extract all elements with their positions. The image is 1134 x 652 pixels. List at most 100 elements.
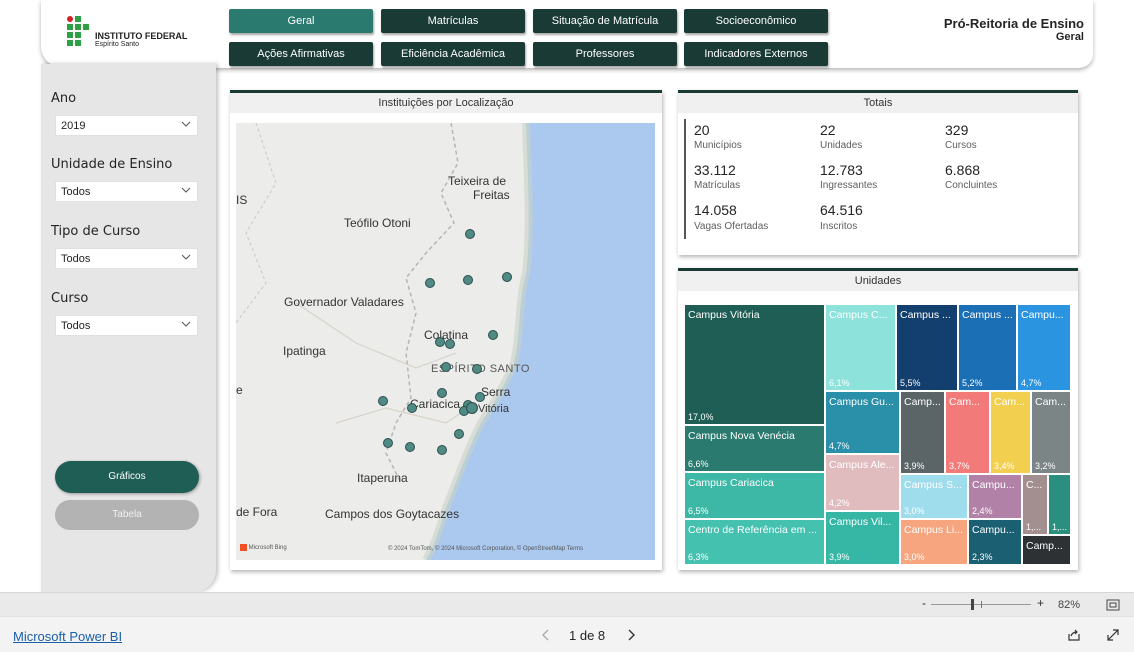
treemap-tile[interactable]: Campus Nova Venécia 6,6% — [684, 425, 825, 472]
nav-situacao-matricula[interactable]: Situação de Matrícula — [533, 9, 677, 33]
tile-percent: 3,0% — [904, 552, 925, 562]
filter-select-tipo-curso[interactable]: Todos — [55, 248, 198, 269]
treemap-tile[interactable]: Campu... 2,4% — [968, 474, 1022, 519]
map-canvas[interactable]: Teixeira de Freitas Teófilo Otoni Govern… — [236, 123, 655, 560]
map-marker[interactable] — [475, 392, 485, 402]
nav-geral[interactable]: Geral — [229, 9, 373, 33]
map-marker[interactable] — [463, 275, 473, 285]
report-header: INSTITUTO FEDERAL Espírito Santo Geral M… — [41, 0, 1093, 68]
map-marker[interactable] — [407, 403, 417, 413]
treemap-tile[interactable]: Campus Cariacica 6,5% — [684, 472, 825, 519]
nav-eficiencia-academica[interactable]: Eficiência Acadêmica — [381, 42, 525, 66]
powerbi-link[interactable]: Microsoft Power BI — [13, 629, 122, 644]
tile-label: Cam... — [1035, 396, 1066, 408]
tile-percent: 2,3% — [972, 552, 993, 562]
total-label: Concluintes — [945, 180, 998, 191]
zoom-percentage[interactable]: 82% — [1058, 599, 1080, 611]
total-value: 33.112 — [694, 162, 736, 178]
nav-socioeconomico[interactable]: Socioeconômico — [684, 9, 828, 33]
filter-sidebar: Ano 2019 Unidade de Ensino Todos Tipo de… — [41, 64, 216, 592]
tile-label: Campus Gu... — [829, 396, 894, 408]
tile-percent: 6,6% — [688, 459, 709, 469]
treemap-tile[interactable]: Campus Li... 3,0% — [900, 519, 968, 565]
map-marker[interactable] — [454, 429, 464, 439]
map-marker[interactable] — [435, 337, 445, 347]
tile-percent: 4,7% — [1021, 378, 1042, 388]
treemap-tile[interactable]: Cam... 3,4% — [990, 391, 1031, 474]
map-marker[interactable] — [445, 339, 455, 349]
tile-percent: 5,2% — [962, 378, 983, 388]
chevron-right-icon[interactable] — [626, 629, 636, 641]
tile-percent: 3,9% — [829, 552, 850, 562]
nav-matriculas[interactable]: Matrículas — [381, 9, 525, 33]
units-title: Unidades — [678, 271, 1078, 291]
total-label: Ingressantes — [820, 180, 878, 191]
map-marker[interactable] — [502, 272, 512, 282]
treemap-tile[interactable]: Campus Gu... 4,7% — [825, 391, 900, 454]
treemap-tile[interactable]: Campu... 2,3% — [968, 519, 1022, 565]
nav-indicadores-externos[interactable]: Indicadores Externos — [684, 42, 828, 66]
chevron-down-icon — [181, 254, 191, 260]
filter-label-unidade: Unidade de Ensino — [51, 157, 173, 172]
map-marker[interactable] — [465, 229, 475, 239]
treemap-tile[interactable]: Campus Ale... 4,2% — [825, 454, 900, 511]
nav-professores[interactable]: Professores — [533, 42, 677, 66]
filter-label-tipo-curso: Tipo de Curso — [51, 224, 141, 239]
treemap-tile[interactable]: Centro de Referência em ... 6,3% — [684, 519, 825, 565]
filter-select-unidade[interactable]: Todos — [55, 181, 198, 202]
treemap-tile[interactable]: Campus ... 5,2% — [958, 304, 1017, 391]
treemap-tile[interactable]: Campu... 4,7% — [1017, 304, 1071, 391]
zoom-in-button[interactable]: + — [1037, 596, 1044, 610]
zoom-slider[interactable] — [931, 599, 1031, 610]
map-marker[interactable] — [441, 362, 451, 372]
treemap-tile[interactable]: 1,... — [1048, 474, 1071, 535]
treemap-tile[interactable]: Campus C... 6,1% — [825, 304, 896, 391]
treemap-tile[interactable]: Campus S... 3,0% — [900, 474, 968, 519]
tile-label: Campus C... — [829, 309, 888, 321]
zoom-slider-thumb[interactable] — [970, 599, 974, 610]
fullscreen-icon[interactable] — [1106, 628, 1120, 642]
map-marker[interactable] — [378, 396, 388, 406]
map-marker[interactable] — [437, 445, 447, 455]
treemap-tile[interactable]: C... 1,... — [1022, 474, 1048, 535]
nav-acoes-afirmativas[interactable]: Ações Afirmativas — [229, 42, 373, 66]
filter-select-ano[interactable]: 2019 — [55, 115, 198, 136]
map-visual: Instituições por Localização Teixeira de… — [230, 90, 662, 570]
treemap-tile[interactable]: Cam... 3,7% — [945, 391, 990, 474]
logo-subname: Espírito Santo — [95, 41, 139, 48]
map-marker[interactable] — [472, 364, 482, 374]
zoom-out-button[interactable]: - — [922, 596, 926, 610]
tabela-button[interactable]: Tabela — [55, 500, 199, 530]
total-value: 22 — [820, 122, 836, 138]
total-label: Municípios — [694, 140, 742, 151]
map-marker[interactable] — [383, 438, 393, 448]
page-indicator: 1 de 8 — [569, 628, 606, 643]
filter-value-tipo-curso: Todos — [61, 253, 91, 265]
tile-label: Campus ... — [900, 309, 951, 321]
treemap-tile[interactable]: Campus Vitória 17,0% — [684, 304, 825, 425]
treemap-tile[interactable]: Camp... 3,9% — [900, 391, 945, 474]
filter-value-ano: 2019 — [61, 120, 86, 132]
bing-icon — [240, 544, 247, 551]
map-marker[interactable] — [437, 388, 447, 398]
tile-label: Camp... — [1026, 540, 1063, 552]
map-marker[interactable] — [425, 278, 435, 288]
treemap-tile[interactable]: Cam... 3,2% — [1031, 391, 1071, 474]
graficos-button[interactable]: Gráficos — [55, 461, 199, 493]
map-marker[interactable] — [488, 330, 498, 340]
tile-label: Campus ... — [962, 309, 1013, 321]
tile-percent: 4,2% — [829, 498, 850, 508]
zoom-bar: - + 82% — [0, 592, 1134, 616]
tile-label: Campu... — [1021, 309, 1064, 321]
map-marker[interactable] — [405, 442, 415, 452]
map-marker[interactable] — [466, 402, 478, 414]
treemap-tile[interactable]: Campus Vil... 3,9% — [825, 511, 900, 565]
chevron-left-icon[interactable] — [541, 629, 551, 641]
treemap-tile[interactable]: Camp... — [1022, 535, 1071, 565]
treemap-tile[interactable]: Campus ... 5,5% — [896, 304, 958, 391]
filter-select-curso[interactable]: Todos — [55, 315, 198, 336]
page-title: Pró-Reitoria de Ensino — [943, 16, 1084, 31]
fit-to-page-icon[interactable] — [1106, 599, 1120, 611]
share-icon[interactable] — [1067, 628, 1081, 642]
map-attribution[interactable]: © 2024 TomTom, © 2024 Microsoft Corporat… — [388, 546, 583, 552]
